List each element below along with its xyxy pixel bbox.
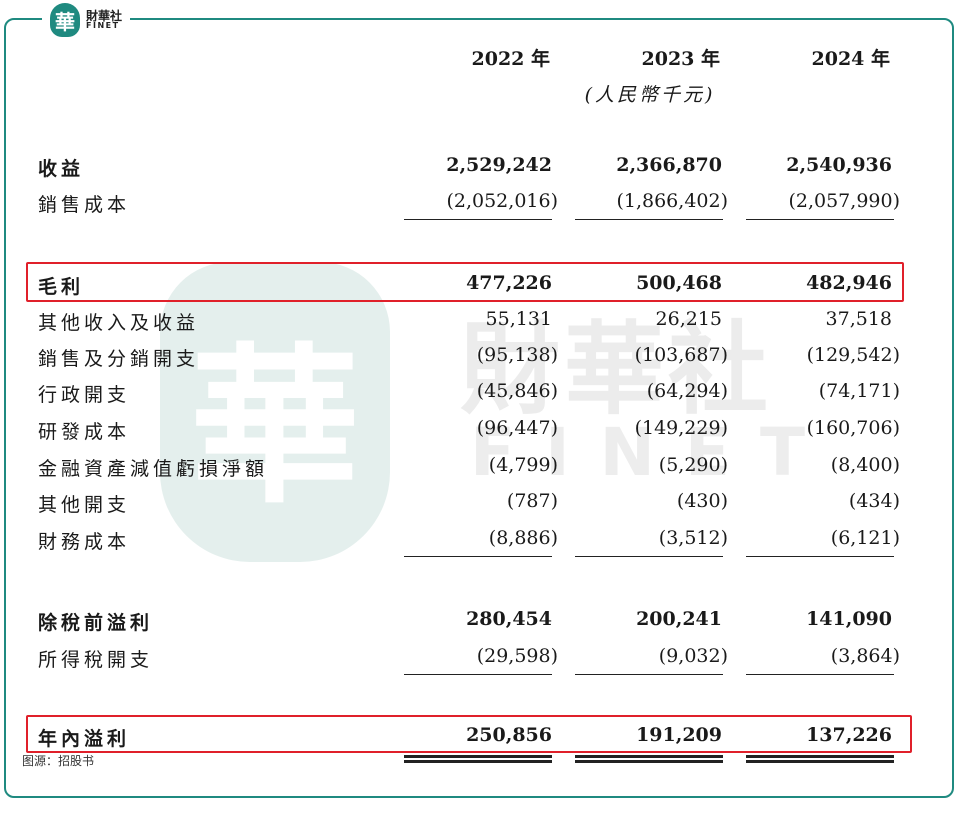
underline bbox=[404, 219, 552, 220]
cell-gross-profit-2022: 477,226 bbox=[466, 272, 552, 294]
column-header-2022: 2022 年 bbox=[471, 48, 551, 70]
underline bbox=[404, 556, 552, 557]
row-label-other-income: 其他收入及收益 bbox=[38, 312, 200, 334]
cell-profit-for-year-2022: 250,856 bbox=[466, 724, 552, 746]
cell-impairment-2023: (5,290) bbox=[658, 454, 728, 476]
cell-admin-expenses-2024: (74,171) bbox=[818, 380, 900, 402]
row-label-finance-costs: 財務成本 bbox=[38, 531, 131, 553]
unit-label: (人民幣千元) bbox=[584, 84, 716, 106]
cell-profit-before-tax-2023: 200,241 bbox=[636, 608, 722, 630]
cell-finance-costs-2024: (6,121) bbox=[830, 527, 900, 549]
cell-gross-profit-2024: 482,946 bbox=[806, 272, 892, 294]
row-label-cost-of-sales: 銷售成本 bbox=[38, 194, 131, 216]
cell-revenue-2022: 2,529,242 bbox=[446, 154, 552, 176]
cell-impairment-2024: (8,400) bbox=[830, 454, 900, 476]
cell-cost-of-sales-2022: (2,052,016) bbox=[446, 190, 558, 212]
cell-income-tax-2024: (3,864) bbox=[830, 645, 900, 667]
cell-finance-costs-2023: (3,512) bbox=[658, 527, 728, 549]
underline bbox=[404, 674, 552, 675]
cell-selling-expenses-2023: (103,687) bbox=[634, 344, 728, 366]
row-label-admin-expenses: 行政開支 bbox=[38, 384, 131, 406]
double-underline bbox=[404, 755, 552, 763]
underline bbox=[746, 674, 894, 675]
cell-other-expenses-2022: (787) bbox=[506, 490, 558, 512]
row-label-profit-before-tax: 除稅前溢利 bbox=[38, 612, 154, 634]
cell-revenue-2024: 2,540,936 bbox=[786, 154, 892, 176]
cell-other-expenses-2023: (430) bbox=[676, 490, 728, 512]
double-underline bbox=[746, 755, 894, 763]
underline bbox=[575, 556, 723, 557]
logo-text-en: FINET bbox=[86, 21, 120, 30]
row-label-impairment: 金融資產減值虧損淨額 bbox=[38, 458, 269, 480]
underline bbox=[575, 674, 723, 675]
cell-other-income-2022: 55,131 bbox=[485, 308, 552, 330]
cell-income-tax-2023: (9,032) bbox=[658, 645, 728, 667]
row-label-rd-costs: 研發成本 bbox=[38, 421, 131, 443]
double-underline bbox=[575, 755, 723, 763]
row-label-gross-profit: 毛利 bbox=[38, 276, 85, 298]
source-caption: 图源：招股书 bbox=[22, 754, 95, 768]
cell-revenue-2023: 2,366,870 bbox=[616, 154, 722, 176]
row-label-income-tax: 所得稅開支 bbox=[38, 649, 154, 671]
cell-profit-before-tax-2024: 141,090 bbox=[806, 608, 892, 630]
underline bbox=[575, 219, 723, 220]
row-label-profit-for-year: 年內溢利 bbox=[38, 728, 131, 750]
cell-rd-costs-2022: (96,447) bbox=[476, 417, 558, 439]
cell-selling-expenses-2024: (129,542) bbox=[806, 344, 900, 366]
cell-other-income-2024: 37,518 bbox=[825, 308, 892, 330]
cell-profit-for-year-2024: 137,226 bbox=[806, 724, 892, 746]
cell-cost-of-sales-2024: (2,057,990) bbox=[788, 190, 900, 212]
cell-income-tax-2022: (29,598) bbox=[476, 645, 558, 667]
row-label-selling-expenses: 銷售及分銷開支 bbox=[38, 348, 200, 370]
cell-admin-expenses-2022: (45,846) bbox=[476, 380, 558, 402]
cell-rd-costs-2024: (160,706) bbox=[806, 417, 900, 439]
watermark-glyph: 華 bbox=[189, 327, 360, 527]
brand-logo: 華 財華社 FINET bbox=[42, 0, 131, 40]
cell-gross-profit-2023: 500,468 bbox=[636, 272, 722, 294]
underline bbox=[746, 219, 894, 220]
cell-impairment-2022: (4,799) bbox=[488, 454, 558, 476]
cell-profit-for-year-2023: 191,209 bbox=[636, 724, 722, 746]
cell-other-expenses-2024: (434) bbox=[848, 490, 900, 512]
watermark-logo: 華 bbox=[160, 262, 390, 562]
column-header-2023: 2023 年 bbox=[641, 48, 721, 70]
cell-profit-before-tax-2022: 280,454 bbox=[466, 608, 552, 630]
cell-admin-expenses-2023: (64,294) bbox=[646, 380, 728, 402]
cell-other-income-2023: 26,215 bbox=[655, 308, 722, 330]
underline bbox=[746, 556, 894, 557]
watermark-text-cn: 財華社 bbox=[460, 311, 772, 428]
cell-rd-costs-2023: (149,229) bbox=[634, 417, 728, 439]
row-label-revenue: 收益 bbox=[38, 158, 85, 180]
column-header-2024: 2024 年 bbox=[811, 48, 891, 70]
cell-selling-expenses-2022: (95,138) bbox=[476, 344, 558, 366]
logo-mark: 華 bbox=[50, 3, 80, 37]
cell-cost-of-sales-2023: (1,866,402) bbox=[616, 190, 728, 212]
cell-finance-costs-2022: (8,886) bbox=[488, 527, 558, 549]
row-label-other-expenses: 其他開支 bbox=[38, 494, 131, 516]
